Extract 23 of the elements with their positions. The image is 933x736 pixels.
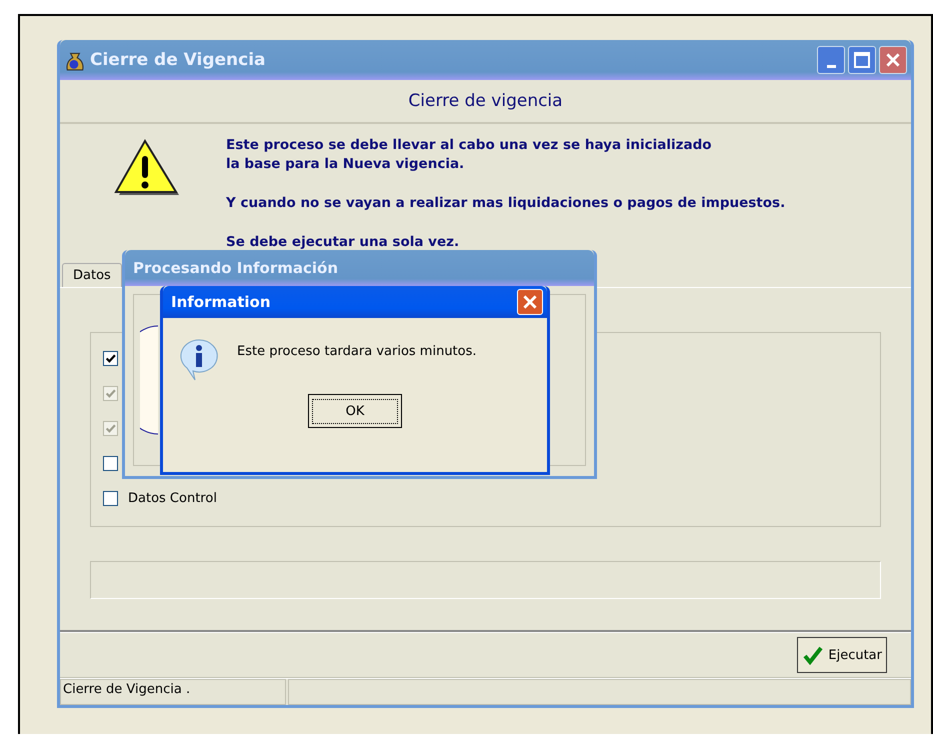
close-icon bbox=[886, 53, 900, 67]
window-title: Cierre de Vigencia bbox=[90, 50, 267, 70]
dialog-title: Information bbox=[171, 293, 271, 311]
close-icon bbox=[523, 295, 537, 309]
checkbox[interactable] bbox=[103, 456, 118, 471]
status-text: Cierre de Vigencia . bbox=[60, 679, 286, 705]
instruction-text: Este proceso se debe llevar al cabo una vez se haya inicializado la base para la Nueva vigencia. bbox=[226, 136, 713, 174]
ok-button[interactable]: OK bbox=[308, 394, 402, 428]
checkbox[interactable] bbox=[103, 351, 118, 366]
header-title: Cierre de vigencia bbox=[408, 91, 563, 111]
instruction-text: Se debe ejecutar una sola vez. bbox=[226, 233, 460, 252]
checkbox[interactable] bbox=[103, 491, 118, 506]
minimize-button[interactable] bbox=[817, 46, 845, 74]
maximize-button[interactable] bbox=[848, 46, 876, 74]
window-title: Procesando Información bbox=[133, 259, 338, 277]
info-icon bbox=[179, 338, 219, 382]
check-icon bbox=[802, 645, 824, 665]
tab[interactable]: Datos bbox=[62, 263, 122, 287]
dialog-message: Este proceso tardara varios minutos. bbox=[237, 344, 477, 359]
execute-button[interactable]: Ejecutar bbox=[797, 637, 887, 673]
instruction-text: Y cuando no se vayan a realizar mas liquidaciones o pagos de impuestos. bbox=[226, 194, 786, 213]
checkbox-label: Datos Control bbox=[128, 491, 217, 506]
close-button[interactable] bbox=[879, 46, 907, 74]
